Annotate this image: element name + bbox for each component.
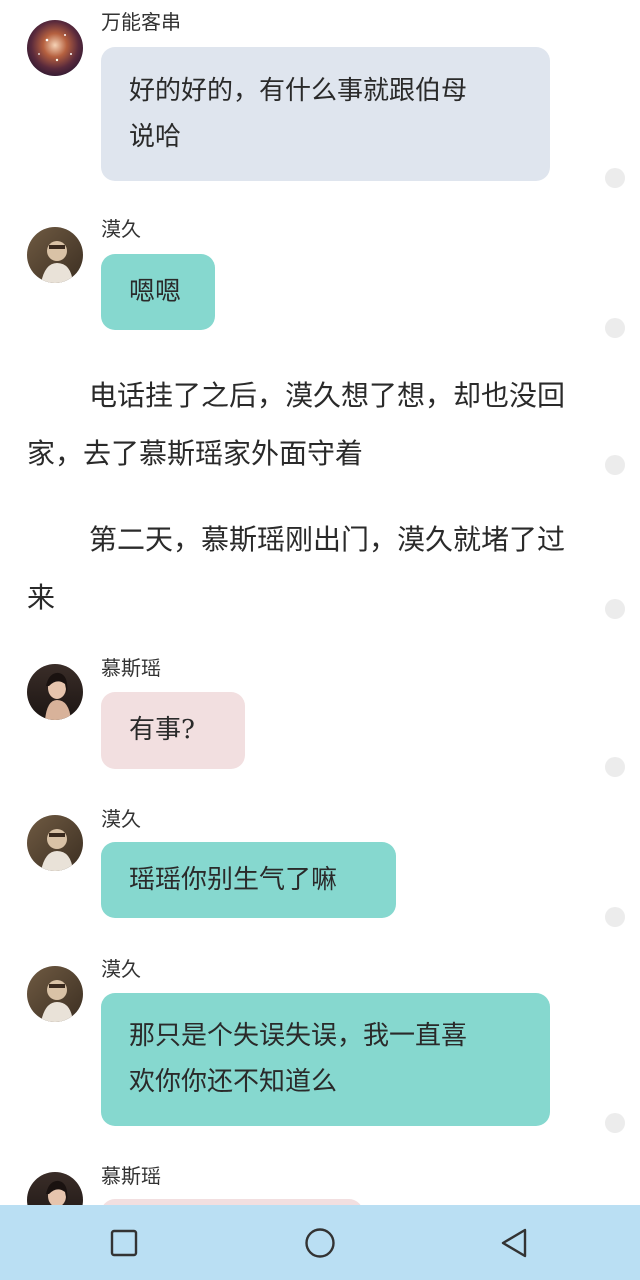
system-nav-bar <box>0 1205 640 1280</box>
message-text-line: 瑶瑶你别生气了嘛 <box>129 865 338 895</box>
back-triangle-icon <box>501 1228 527 1258</box>
message-status-dot <box>605 757 625 777</box>
man-avatar[interactable] <box>27 966 83 1022</box>
message-status-dot <box>605 455 625 475</box>
man-avatar[interactable] <box>27 227 83 283</box>
message-text-line: 那只是个失误失误，我一直喜 <box>129 1021 468 1051</box>
back-button[interactable] <box>490 1219 538 1267</box>
sender-name: 漠久 <box>101 217 141 241</box>
woman-avatar[interactable] <box>27 1172 83 1205</box>
message-text-line: 好的好的，有什么事就跟伯母 <box>129 76 468 106</box>
message-status-dot <box>605 599 625 619</box>
home-button[interactable] <box>296 1219 344 1267</box>
sender-name: 漠久 <box>101 807 141 831</box>
sender-name: 慕斯瑶 <box>101 656 161 680</box>
message-status-dot <box>605 1113 625 1133</box>
circle-icon <box>305 1228 335 1258</box>
message-bubble[interactable]: 有事? <box>101 692 245 769</box>
message-bubble[interactable]: 那只是个失误失误，我一直喜 欢你你还不知道么 <box>101 993 550 1126</box>
sender-name: 漠久 <box>101 957 141 981</box>
message-status-dot <box>605 168 625 188</box>
message-text-line: 欢你你还不知道么 <box>129 1067 338 1097</box>
message-status-dot <box>605 318 625 338</box>
message-status-dot <box>605 907 625 927</box>
sender-name: 慕斯瑶 <box>101 1164 161 1188</box>
recent-apps-button[interactable] <box>100 1219 148 1267</box>
message-text-line: 有事? <box>129 715 195 745</box>
message-bubble[interactable]: 瑶瑶你别生气了嘛 <box>101 842 396 918</box>
narration-paragraph: 第二天，慕斯瑶刚出门，漠久就堵了过来 <box>27 523 566 614</box>
narration-paragraph: 电话挂了之后，漠久想了想，却也没回家，去了慕斯瑶家外面守着 <box>27 379 566 470</box>
message-bubble[interactable]: 好的好的，有什么事就跟伯母 说哈 <box>101 47 550 181</box>
square-icon <box>110 1229 138 1257</box>
man-avatar[interactable] <box>27 815 83 871</box>
message-bubble[interactable]: 嗯嗯 <box>101 254 215 330</box>
chat-content[interactable]: 万能客串 好的好的，有什么事就跟伯母 说哈 漠久 嗯嗯 电话挂了之后，漠久想了想… <box>0 0 640 1205</box>
message-text-line: 嗯嗯 <box>129 277 182 307</box>
galaxy-avatar[interactable] <box>27 20 83 76</box>
woman-avatar[interactable] <box>27 664 83 720</box>
sender-name: 万能客串 <box>101 10 181 34</box>
message-text-line: 说哈 <box>129 122 182 152</box>
